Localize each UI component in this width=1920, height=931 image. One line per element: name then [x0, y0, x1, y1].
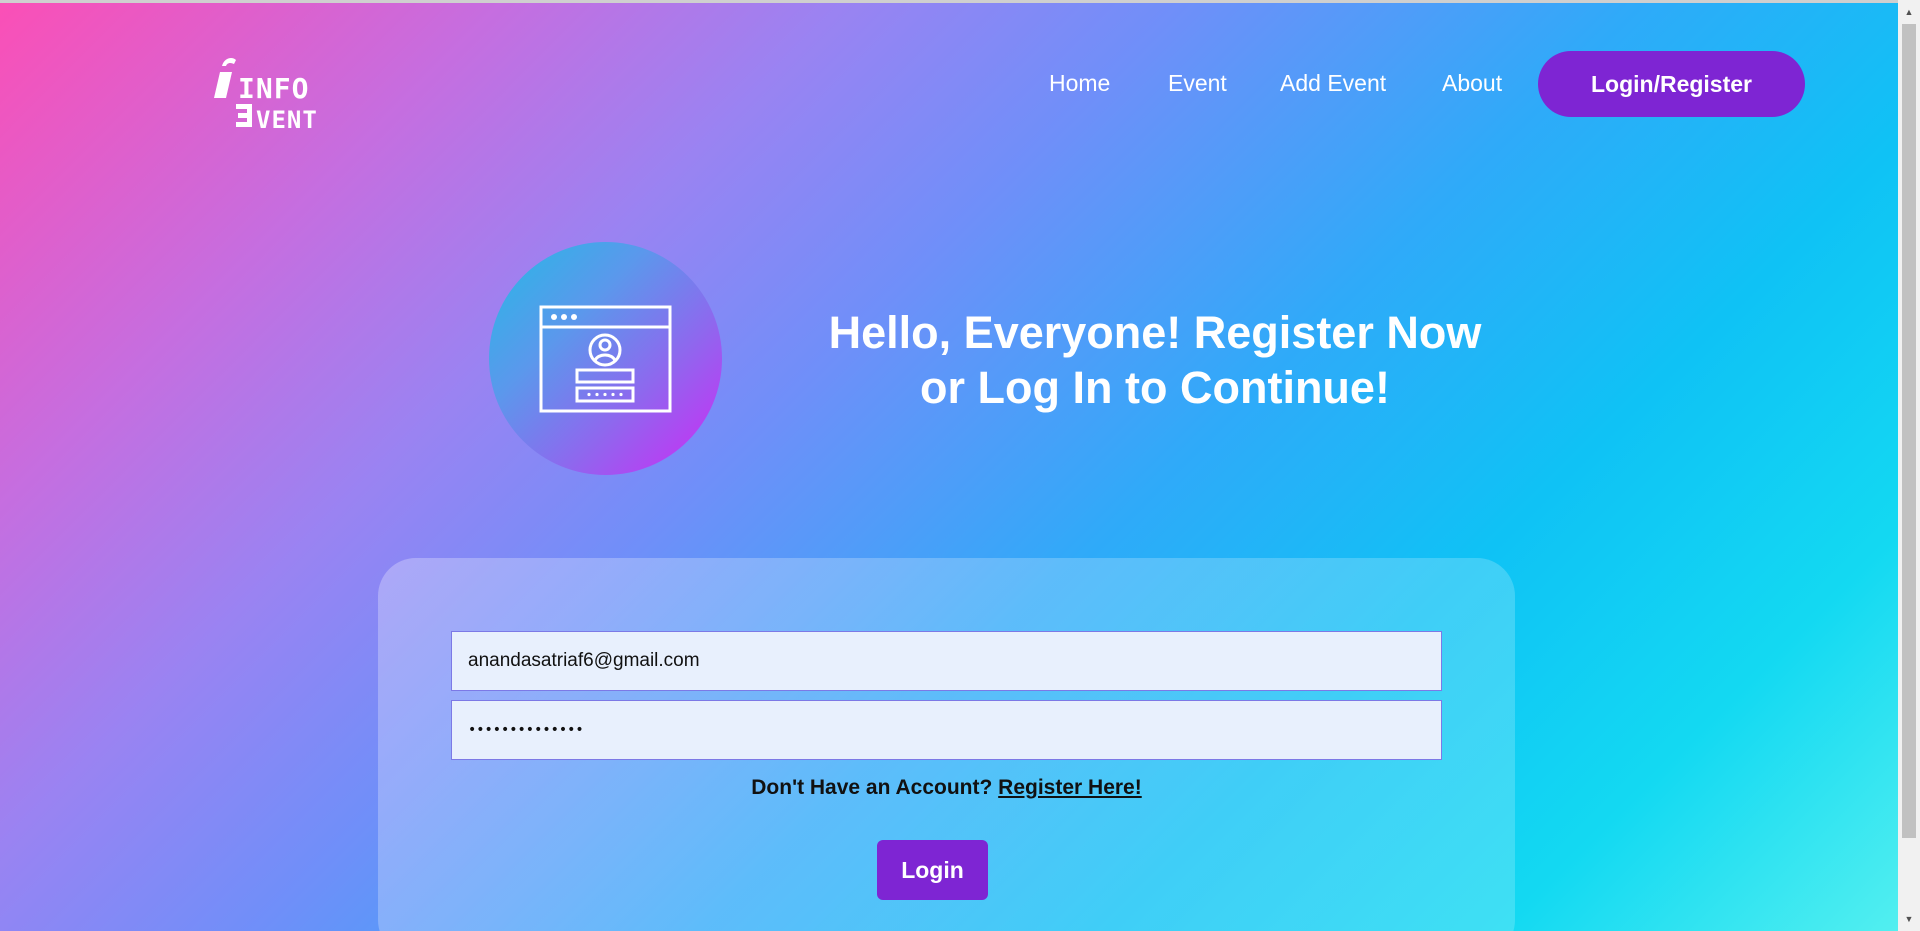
scrollbar-thumb[interactable]	[1902, 24, 1916, 838]
signup-prompt-text: Don't Have an Account?	[751, 776, 993, 799]
login-button[interactable]: Login	[877, 840, 988, 900]
scroll-up-icon[interactable]: ▲	[1898, 2, 1920, 22]
site-logo[interactable]: INFO VENT	[212, 52, 332, 134]
hero-title-line1: Hello, Everyone! Register Now	[828, 307, 1482, 358]
nav-about[interactable]: About	[1442, 70, 1502, 97]
register-link[interactable]: Register Here!	[998, 776, 1142, 799]
signup-prompt: Don't Have an Account? Register Here!	[451, 776, 1442, 800]
login-window-icon	[539, 305, 672, 413]
top-border	[0, 0, 1898, 3]
scroll-down-icon[interactable]: ▼	[1898, 909, 1920, 929]
hero-icon-circle	[489, 242, 722, 475]
hero-title-line2: or Log In to Continue!	[920, 362, 1390, 413]
svg-text:VENT: VENT	[256, 106, 318, 132]
login-register-button[interactable]: Login/Register	[1538, 51, 1805, 117]
nav-home[interactable]: Home	[1049, 70, 1110, 97]
hero-title: Hello, Everyone! Register Now or Log In …	[780, 305, 1530, 415]
nav-add-event[interactable]: Add Event	[1280, 70, 1386, 97]
nav-event[interactable]: Event	[1168, 70, 1227, 97]
logo-info-text: INFO	[238, 72, 309, 105]
info-event-logo: INFO VENT	[214, 58, 318, 134]
vertical-scrollbar[interactable]: ▲ ▼	[1898, 0, 1920, 931]
password-field[interactable]	[451, 700, 1442, 760]
email-field[interactable]	[451, 631, 1442, 691]
page-background: INFO VENT Home Event Add Event About Log…	[0, 0, 1898, 931]
